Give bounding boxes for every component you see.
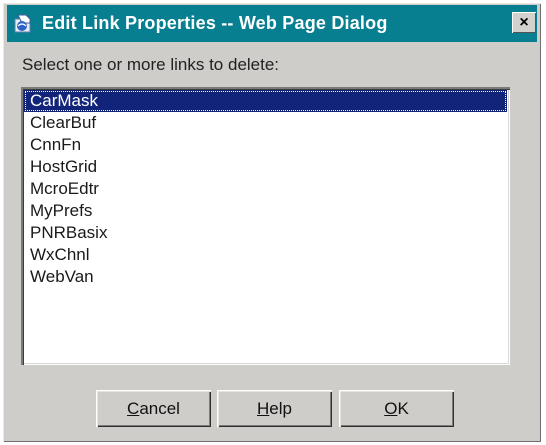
help-button[interactable]: Help (217, 390, 332, 427)
list-item[interactable]: WxChnl (24, 244, 507, 266)
cancel-label-rest: ancel (139, 398, 180, 418)
help-mnemonic: H (257, 398, 270, 418)
dialog-window: Edit Link Properties -- Web Page Dialog … (3, 3, 541, 442)
ok-mnemonic: O (384, 398, 398, 418)
list-item[interactable]: HostGrid (24, 156, 507, 178)
links-listbox[interactable]: CarMask ClearBuf CnnFn HostGrid McroEdtr MyPr… (21, 87, 510, 365)
cancel-mnemonic: C (127, 398, 140, 418)
list-item[interactable]: CnnFn (24, 134, 507, 156)
list-item[interactable]: McroEdtr (24, 178, 507, 200)
window-title: Edit Link Properties -- Web Page Dialog (42, 13, 388, 33)
ok-button[interactable]: OK (339, 390, 454, 427)
ok-label-rest: K (397, 398, 409, 418)
help-label-rest: elp (269, 398, 292, 418)
list-item[interactable]: PNRBasix (24, 222, 507, 244)
list-item[interactable]: CarMask (24, 90, 507, 112)
cancel-button[interactable]: Cancel (96, 390, 211, 427)
list-item[interactable]: ClearBuf (24, 112, 507, 134)
instruction-label: Select one or more links to delete: (22, 55, 280, 74)
title-bar[interactable]: Edit Link Properties -- Web Page Dialog … (7, 5, 537, 42)
ie-page-icon (10, 11, 36, 37)
close-button[interactable]: × (512, 12, 536, 33)
close-icon: × (519, 13, 529, 31)
list-item[interactable]: MyPrefs (24, 200, 507, 222)
list-item[interactable]: WebVan (24, 266, 507, 288)
